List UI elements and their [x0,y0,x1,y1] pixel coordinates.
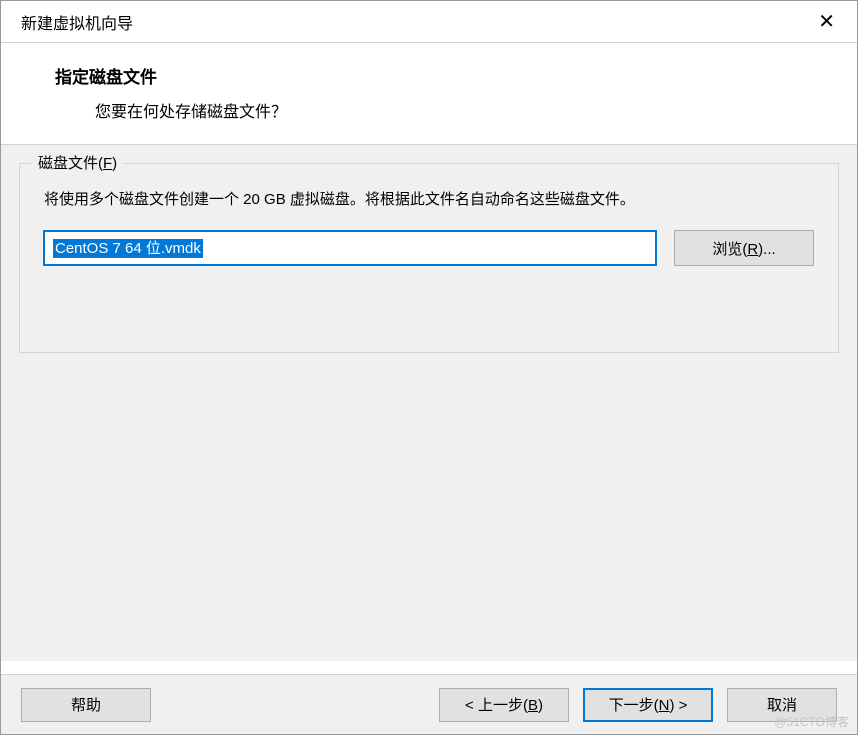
page-title: 指定磁盘文件 [55,63,837,88]
page-subtitle: 您要在何处存储磁盘文件？ [55,98,837,122]
disk-file-group: 磁盘文件(F) 将使用多个磁盘文件创建一个 20 GB 虚拟磁盘。将根据此文件名… [19,163,839,353]
help-button[interactable]: 帮助 [21,688,151,722]
next-button[interactable]: 下一步(N) > [583,688,713,722]
input-row: CentOS 7 64 位.vmdk 浏览(R)... [44,230,814,266]
disk-file-input[interactable]: CentOS 7 64 位.vmdk [44,231,656,265]
watermark: @51CTO博客 [774,713,849,730]
title-bar: 新建虚拟机向导 ✕ [1,1,857,43]
content-area: 磁盘文件(F) 将使用多个磁盘文件创建一个 20 GB 虚拟磁盘。将根据此文件名… [1,145,857,661]
group-label: 磁盘文件(F) [32,152,123,173]
close-icon[interactable]: ✕ [810,7,843,36]
group-description: 将使用多个磁盘文件创建一个 20 GB 虚拟磁盘。将根据此文件名自动命名这些磁盘… [44,188,814,212]
footer: 帮助 < 上一步(B) 下一步(N) > 取消 [1,674,857,734]
browse-button[interactable]: 浏览(R)... [674,230,814,266]
wizard-header: 指定磁盘文件 您要在何处存储磁盘文件？ [1,43,857,145]
back-button[interactable]: < 上一步(B) [439,688,569,722]
window-title: 新建虚拟机向导 [21,10,133,34]
